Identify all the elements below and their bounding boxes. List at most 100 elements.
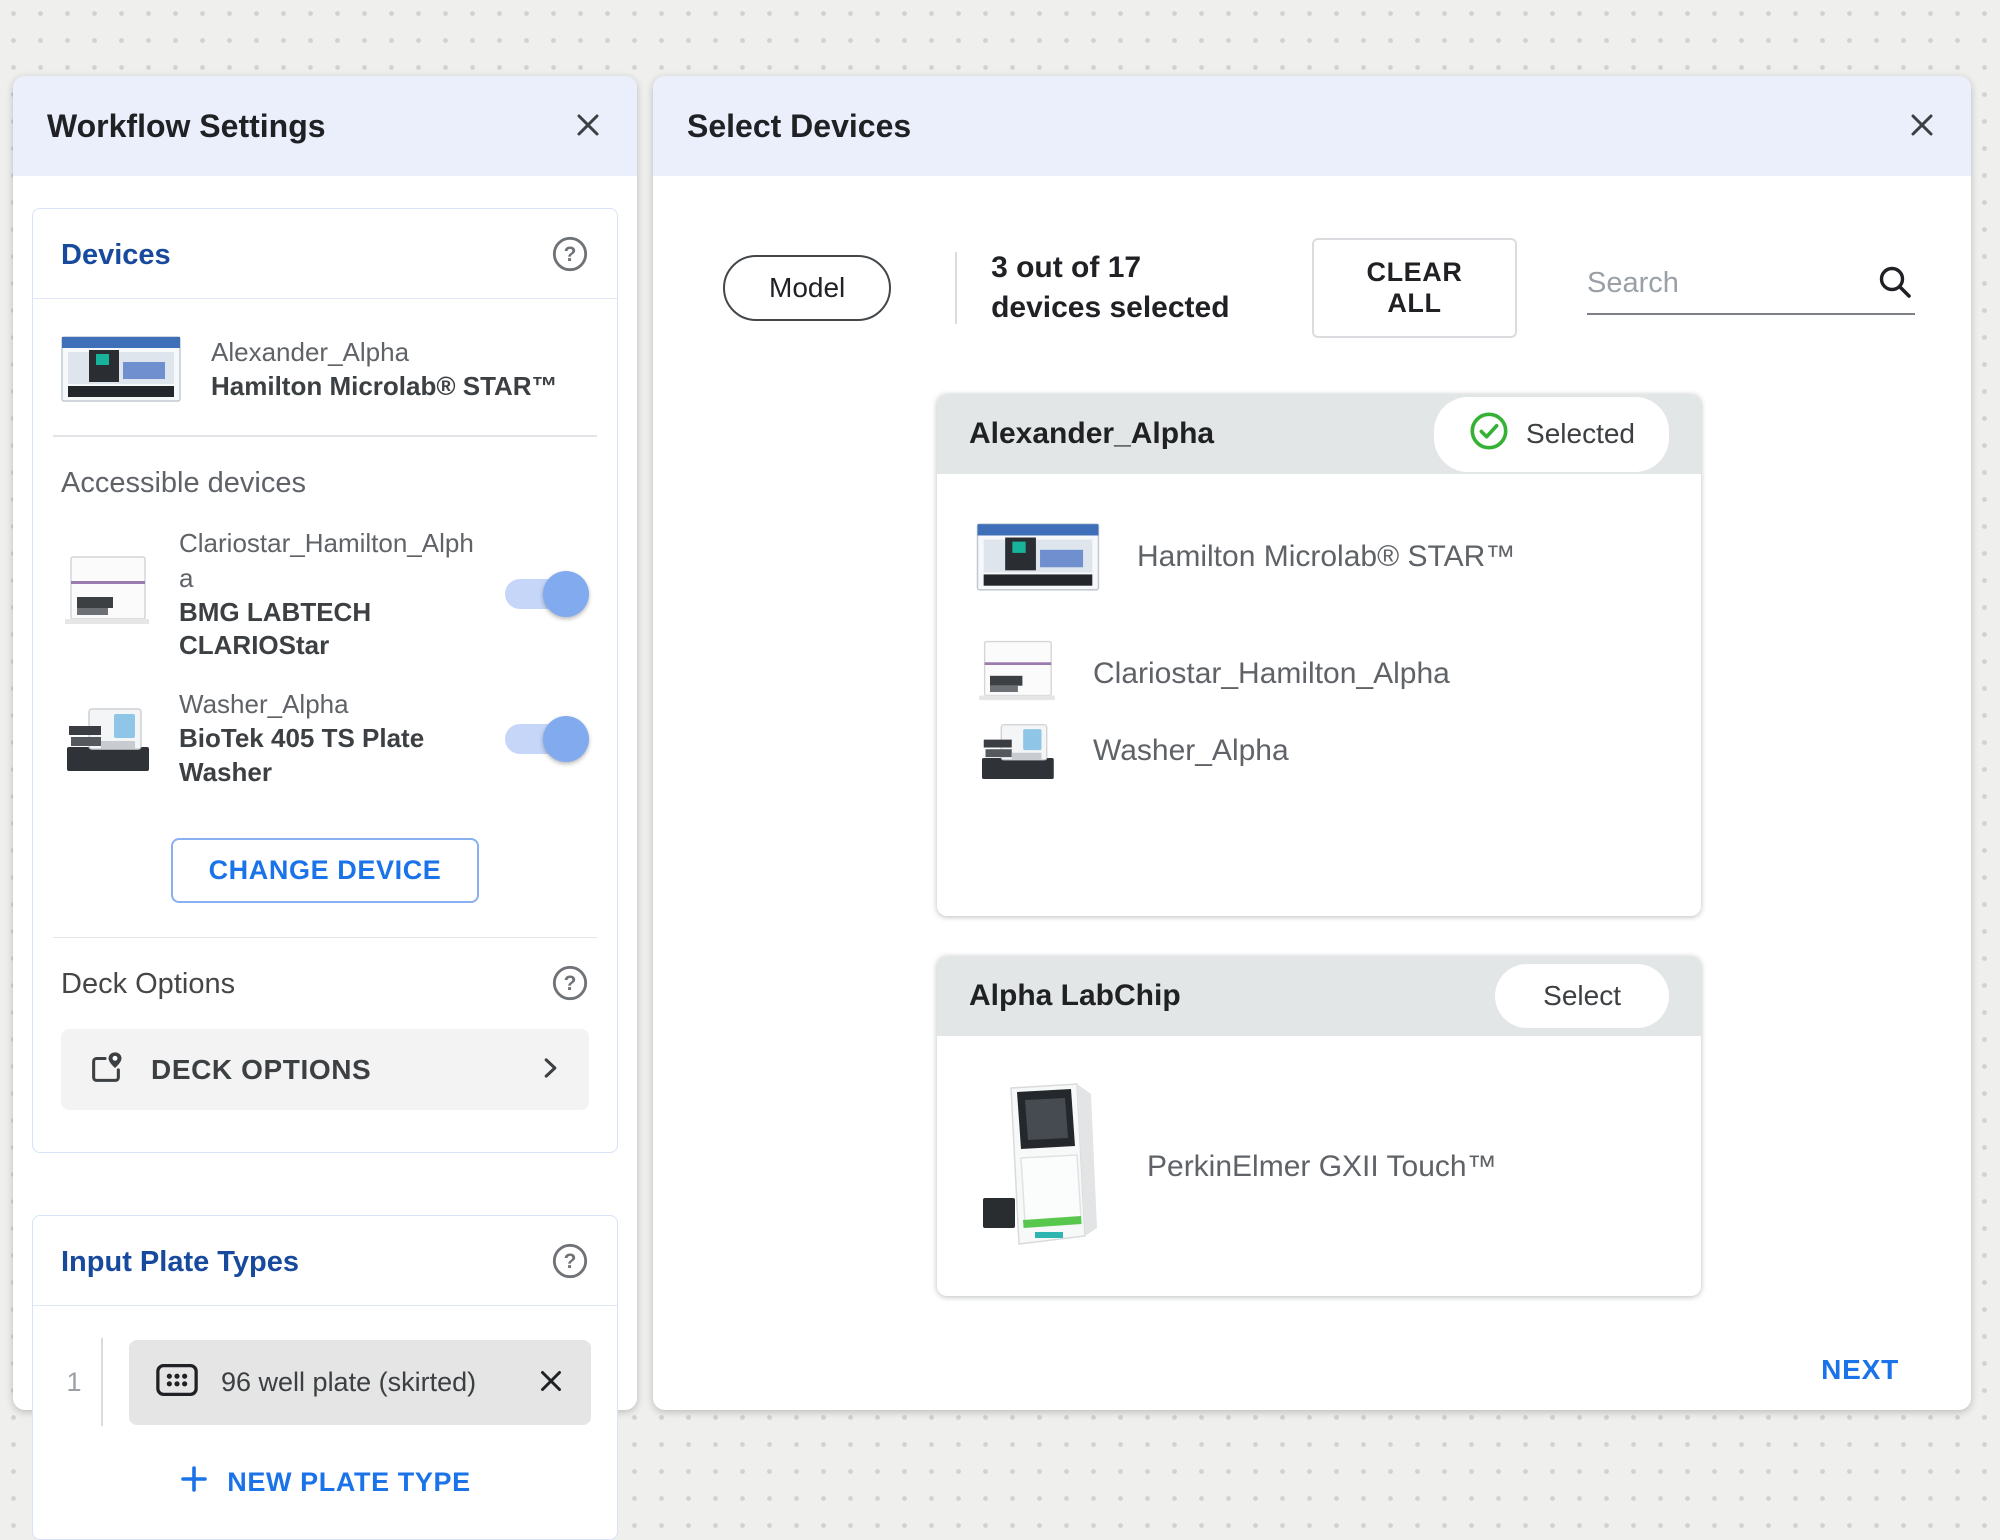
deck-options-button[interactable]: DECK OPTIONS (61, 1029, 589, 1110)
hamilton-star-image (973, 516, 1105, 598)
workflow-settings-panel: Workflow Settings Devices ? (13, 76, 637, 1410)
input-plate-types-card: Input Plate Types ? 1 (32, 1215, 618, 1540)
device-group-body: Hamilton Microlab® STAR™ Clariostar_Hami… (937, 474, 1701, 916)
device-group-title: Alexander_Alpha (969, 417, 1214, 451)
deck-options-icon (87, 1049, 125, 1090)
selection-summary: 3 out of 17 devices selected (991, 248, 1242, 328)
check-circle-icon (1468, 410, 1510, 459)
plate-type-label: 96 well plate (skirted) (221, 1367, 515, 1398)
help-icon: ? (551, 964, 589, 1005)
change-device-wrap: CHANGE DEVICE (33, 838, 617, 903)
input-plate-types-header: Input Plate Types ? (33, 1216, 617, 1306)
devices-card: Devices ? (32, 208, 618, 1153)
accessible-device-row-clariostar: Clariostar_Hamilton_Alpha BMG LABTECH CL… (33, 514, 617, 676)
filter-row: Model 3 out of 17 devices selected CLEAR… (723, 238, 1915, 338)
deck-options-section-title: Deck Options (61, 968, 235, 1001)
plus-icon (179, 1464, 209, 1501)
clear-all-button[interactable]: CLEAR ALL (1312, 238, 1517, 338)
deck-options-button-label: DECK OPTIONS (151, 1054, 511, 1086)
devices-section-header: Devices ? (33, 209, 617, 299)
accessible-device-texts: Washer_Alpha BioTek 405 TS Plate Washer (179, 687, 481, 790)
select-devices-title: Select Devices (687, 108, 911, 145)
plate-row: 1 96 well plate (skirted) (33, 1306, 617, 1436)
search-input[interactable] (1587, 267, 1875, 300)
svg-text:?: ? (564, 243, 577, 266)
primary-device-model: Hamilton Microlab® STAR™ (211, 370, 558, 404)
device-item-label: Clariostar_Hamilton_Alpha (1093, 657, 1450, 691)
device-item-row: PerkinElmer GXII Touch™ (973, 1078, 1665, 1256)
input-plate-types-title: Input Plate Types (61, 1246, 299, 1279)
device-group-card-alexander-alpha: Alexander_Alpha Selected (937, 394, 1701, 916)
search-field (1587, 262, 1915, 315)
select-devices-close-button[interactable] (1907, 110, 1937, 143)
selected-status-pill[interactable]: Selected (1434, 397, 1669, 472)
select-action-pill[interactable]: Select (1495, 964, 1669, 1028)
chevron-right-icon (537, 1055, 563, 1084)
close-icon (537, 1367, 565, 1398)
devices-help-button[interactable]: ? (551, 235, 589, 276)
device-item-row: Hamilton Microlab® STAR™ (973, 516, 1665, 598)
svg-text:?: ? (564, 973, 577, 996)
primary-device-texts: Alexander_Alpha Hamilton Microlab® STAR™ (211, 335, 558, 404)
accessible-devices-label: Accessible devices (33, 437, 617, 514)
device-group-title: Alpha LabChip (969, 979, 1181, 1013)
washer-image (59, 699, 155, 779)
input-plate-types-help-button[interactable]: ? (551, 1242, 589, 1283)
toggle-thumb (543, 571, 589, 617)
device-item-row: Clariostar_Hamilton_Alpha (973, 638, 1665, 710)
workflow-settings-body: Devices ? (13, 176, 637, 1540)
help-icon: ? (551, 235, 589, 276)
select-devices-header: Select Devices (653, 76, 1971, 176)
washer-image (973, 716, 1061, 786)
toggle-thumb (543, 716, 589, 762)
selected-status-label: Selected (1526, 418, 1635, 450)
workflow-settings-header: Workflow Settings (13, 76, 637, 176)
search-button[interactable] (1875, 262, 1915, 305)
workflow-settings-title: Workflow Settings (47, 108, 326, 145)
help-icon: ? (551, 1242, 589, 1283)
close-icon (1907, 110, 1937, 143)
accessible-device-model: BioTek 405 TS Plate Washer (179, 722, 481, 790)
primary-device-name: Alexander_Alpha (211, 335, 558, 370)
search-icon (1875, 262, 1915, 305)
device-item-label: Hamilton Microlab® STAR™ (1137, 540, 1515, 574)
change-device-button[interactable]: CHANGE DEVICE (171, 838, 480, 903)
accessible-device-row-washer: Washer_Alpha BioTek 405 TS Plate Washer (33, 675, 617, 802)
next-button[interactable]: NEXT (1821, 1354, 1899, 1386)
accessible-device-texts: Clariostar_Hamilton_Alpha BMG LABTECH CL… (179, 526, 481, 664)
device-item-label: Washer_Alpha (1093, 734, 1289, 768)
hamilton-star-image (59, 329, 185, 409)
clariostar-image (973, 638, 1061, 710)
select-devices-panel: Select Devices Model 3 out of 17 devices… (653, 76, 1971, 1410)
device-item-row: Washer_Alpha (973, 716, 1665, 786)
filter-divider (955, 252, 957, 324)
model-filter-chip[interactable]: Model (723, 255, 891, 321)
plate-icon (155, 1362, 199, 1403)
new-plate-type-label: NEW PLATE TYPE (227, 1467, 470, 1498)
devices-section-title: Devices (61, 239, 171, 272)
svg-text:?: ? (564, 1251, 577, 1274)
device-group-header: Alexander_Alpha Selected (937, 394, 1701, 474)
plate-row-index: 1 (59, 1367, 89, 1398)
device-group-card-alpha-labchip: Alpha LabChip Select (937, 956, 1701, 1296)
accessible-device-name: Clariostar_Hamilton_Alpha (179, 526, 481, 596)
workflow-close-button[interactable] (573, 110, 603, 143)
device-group-body: PerkinElmer GXII Touch™ (937, 1036, 1701, 1296)
accessible-device-model: BMG LABTECH CLARIOStar (179, 596, 481, 664)
plate-row-divider (101, 1338, 103, 1426)
accessible-device-name: Washer_Alpha (179, 687, 481, 722)
device-group-header: Alpha LabChip Select (937, 956, 1701, 1036)
device-item-label: PerkinElmer GXII Touch™ (1147, 1150, 1497, 1184)
remove-plate-button[interactable] (537, 1367, 565, 1398)
washer-toggle[interactable] (505, 724, 585, 754)
primary-device-row: Alexander_Alpha Hamilton Microlab® STAR™ (33, 299, 617, 431)
new-plate-type-button[interactable]: NEW PLATE TYPE (33, 1436, 617, 1539)
close-icon (573, 110, 603, 143)
perkinelmer-gxii-image (973, 1078, 1115, 1256)
device-cards-column: Alexander_Alpha Selected (937, 394, 1701, 1296)
clariostar-toggle[interactable] (505, 579, 585, 609)
deck-options-section-header: Deck Options ? (33, 938, 617, 1027)
plate-type-chip[interactable]: 96 well plate (skirted) (129, 1340, 591, 1425)
deck-options-help-button[interactable]: ? (551, 964, 589, 1005)
clariostar-image (59, 551, 155, 637)
